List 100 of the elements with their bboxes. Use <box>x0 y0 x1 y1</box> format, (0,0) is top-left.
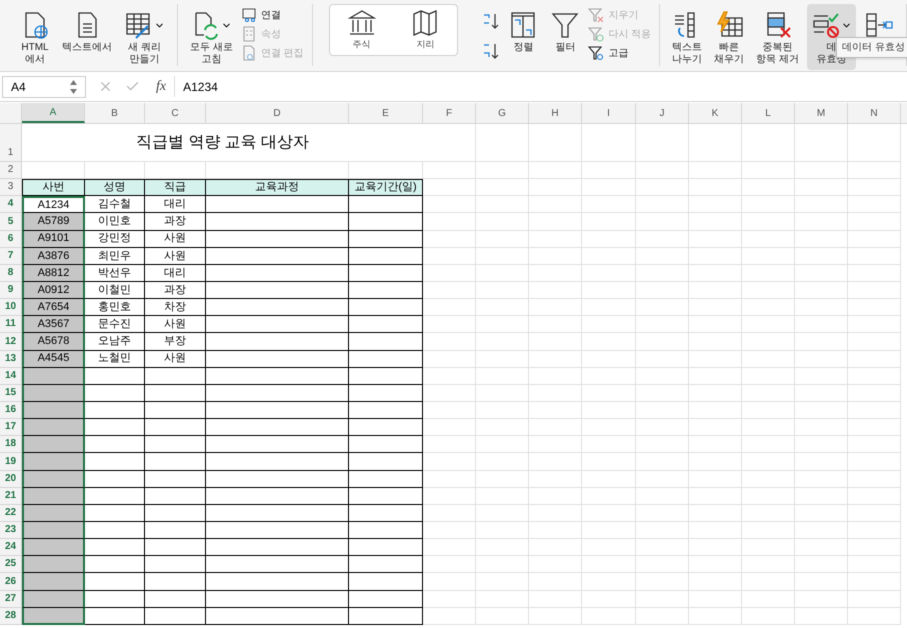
table-cell[interactable] <box>206 419 349 436</box>
row-header[interactable]: 13 <box>0 350 22 368</box>
table-cell[interactable] <box>22 402 85 420</box>
table-cell[interactable] <box>22 368 85 385</box>
table-cell[interactable] <box>22 488 85 505</box>
table-cell[interactable]: 과장 <box>145 213 206 231</box>
table-cell[interactable]: 직급 <box>145 179 206 196</box>
table-cell[interactable] <box>85 590 145 608</box>
table-cell[interactable] <box>22 470 85 488</box>
row-header[interactable]: 28 <box>0 608 22 625</box>
column-header[interactable]: I <box>582 103 636 123</box>
column-header[interactable]: C <box>145 103 206 123</box>
column-header[interactable]: H <box>529 103 582 123</box>
table-cell[interactable]: 교육기간(일) <box>349 179 423 196</box>
row-header[interactable]: 3 <box>0 179 22 196</box>
table-cell[interactable] <box>85 453 145 471</box>
table-cell[interactable] <box>349 282 423 300</box>
row-header[interactable]: 20 <box>0 470 22 488</box>
table-cell[interactable] <box>22 522 85 540</box>
table-cell[interactable] <box>22 436 85 454</box>
row-header[interactable]: 1 <box>0 124 22 162</box>
row-header[interactable]: 8 <box>0 264 22 282</box>
table-cell[interactable]: 홍민호 <box>85 299 145 316</box>
table-cell[interactable] <box>206 213 349 231</box>
table-cell[interactable] <box>349 419 423 436</box>
table-cell[interactable] <box>145 453 206 471</box>
table-cell[interactable] <box>349 504 423 522</box>
table-cell[interactable] <box>206 608 349 625</box>
table-cell[interactable] <box>22 573 85 591</box>
table-cell[interactable] <box>206 556 349 574</box>
table-cell[interactable] <box>206 504 349 522</box>
table-cell[interactable] <box>85 573 145 591</box>
ribbon-button[interactable]: 텍스트 나누기 <box>668 4 706 70</box>
column-header[interactable]: A <box>22 103 85 123</box>
row-header[interactable]: 4 <box>0 196 22 214</box>
table-cell[interactable]: 이민호 <box>85 213 145 231</box>
table-cell[interactable]: 대리 <box>145 196 206 214</box>
table-cell[interactable] <box>349 196 423 214</box>
table-cell[interactable]: A5789 <box>22 213 85 231</box>
table-cell[interactable] <box>349 539 423 556</box>
table-cell[interactable] <box>349 264 423 282</box>
ribbon-button[interactable]: 빠른 채우기 <box>710 4 748 70</box>
table-cell[interactable]: 사원 <box>145 316 206 334</box>
table-cell[interactable] <box>206 230 349 248</box>
table-cell[interactable] <box>206 316 349 334</box>
row-header[interactable]: 16 <box>0 402 22 420</box>
table-cell[interactable] <box>206 522 349 540</box>
table-cell[interactable] <box>145 608 206 625</box>
table-cell[interactable]: 교육과정 <box>206 179 349 196</box>
table-cell[interactable]: 최민우 <box>85 248 145 265</box>
table-cell[interactable]: 부장 <box>145 333 206 351</box>
row-header[interactable]: 23 <box>0 522 22 540</box>
table-cell[interactable] <box>85 402 145 420</box>
table-cell[interactable] <box>145 488 206 505</box>
table-cell[interactable]: 차장 <box>145 299 206 316</box>
table-cell[interactable] <box>206 368 349 385</box>
ribbon-button[interactable]: 필터 <box>546 4 584 70</box>
ribbon-button[interactable]: 텍스트에서 <box>58 4 116 70</box>
table-cell[interactable] <box>349 368 423 385</box>
column-header[interactable]: L <box>742 103 795 123</box>
table-cell[interactable] <box>22 384 85 402</box>
table-cell[interactable]: 김수철 <box>85 196 145 214</box>
table-cell[interactable] <box>206 196 349 214</box>
table-cell[interactable] <box>206 282 349 300</box>
table-cell[interactable] <box>349 470 423 488</box>
table-cell[interactable] <box>85 436 145 454</box>
table-cell[interactable]: 사원 <box>145 350 206 368</box>
table-cell[interactable]: A3876 <box>22 248 85 265</box>
row-header[interactable]: 24 <box>0 539 22 556</box>
table-cell[interactable] <box>85 608 145 625</box>
table-cell[interactable] <box>206 470 349 488</box>
function-button[interactable]: fx <box>156 76 176 97</box>
row-header[interactable]: 14 <box>0 368 22 385</box>
cancel-icon[interactable] <box>98 79 113 94</box>
table-cell[interactable] <box>349 522 423 540</box>
table-cell[interactable] <box>85 539 145 556</box>
table-cell[interactable] <box>85 488 145 505</box>
table-cell[interactable] <box>206 590 349 608</box>
table-cell[interactable]: 과장 <box>145 282 206 300</box>
row-header[interactable]: 9 <box>0 282 22 300</box>
table-cell[interactable]: 사원 <box>145 230 206 248</box>
table-cell[interactable] <box>349 453 423 471</box>
table-cell[interactable] <box>349 556 423 574</box>
ribbon-button[interactable]: 중복된 항목 제거 <box>752 4 803 70</box>
row-header[interactable]: 21 <box>0 488 22 505</box>
ribbon-small-button[interactable]: 고급 <box>588 45 652 61</box>
table-cell[interactable] <box>85 419 145 436</box>
table-cell[interactable] <box>349 350 423 368</box>
table-cell[interactable] <box>349 384 423 402</box>
data-type-button[interactable]: 주식 <box>346 8 377 52</box>
table-cell[interactable]: 오남주 <box>85 333 145 351</box>
table-cell[interactable] <box>22 608 85 625</box>
table-cell[interactable] <box>349 299 423 316</box>
table-cell[interactable] <box>22 453 85 471</box>
column-header[interactable]: G <box>476 103 529 123</box>
table-cell[interactable]: 성명 <box>85 179 145 196</box>
row-header[interactable]: 17 <box>0 419 22 436</box>
table-cell[interactable] <box>22 539 85 556</box>
table-cell[interactable] <box>206 453 349 471</box>
table-cell[interactable] <box>349 573 423 591</box>
